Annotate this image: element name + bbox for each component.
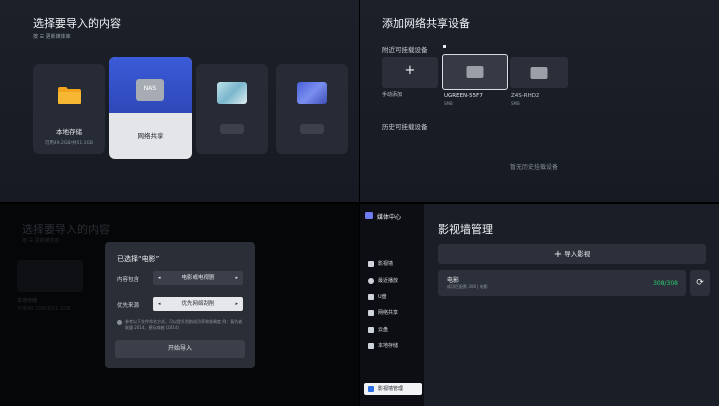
nav-media-wall[interactable]: 影视墙 xyxy=(364,258,422,270)
info-icon xyxy=(117,320,122,325)
nav-label: 本地存储 xyxy=(378,343,399,349)
device-name: UGREEN-55F7 xyxy=(444,93,483,99)
blurred-thumbnail xyxy=(217,82,247,104)
media-wall-management-screen: 媒体中心 影视墙 最近播放 U盘 网络共享 云盘 本地存储 影视墙管理 影视墙管… xyxy=(360,204,719,406)
nav-label: 最近播放 xyxy=(378,278,399,284)
chevron-right-icon: ▸ xyxy=(235,301,238,307)
import-label: 导入影视 xyxy=(564,250,591,258)
content-label: 内容包含 xyxy=(117,277,140,283)
nav-label: 影视墙管理 xyxy=(378,386,404,392)
refresh-button[interactable]: ⟳ xyxy=(690,270,710,296)
nav-label: 影视墙 xyxy=(378,261,394,267)
background-card xyxy=(17,260,83,292)
nav-recent[interactable]: 最近播放 xyxy=(364,275,422,287)
nas-device-icon xyxy=(530,66,548,79)
blurred-card[interactable] xyxy=(276,64,348,154)
nearby-label: 附近可挂载设备 xyxy=(382,46,428,54)
background-card-label: 本地存储 xyxy=(17,298,38,304)
import-media-button[interactable]: + 导入影视 xyxy=(438,244,706,264)
source-label: 优先来源 xyxy=(117,303,140,309)
settings-icon xyxy=(368,386,374,392)
network-icon xyxy=(368,310,374,316)
device-ugreen[interactable] xyxy=(442,54,508,90)
source-select[interactable]: ◂ 优先网络刮削 ▸ xyxy=(153,297,243,311)
plus-icon: + xyxy=(553,249,563,260)
local-storage-card[interactable]: 本地存储 可用49.2GB/共51.1GB xyxy=(33,64,105,154)
nas-device-icon xyxy=(466,66,484,78)
item-title: 电影 xyxy=(447,277,460,284)
chevron-left-icon: ◂ xyxy=(158,301,161,307)
nav-cloud[interactable]: 云盘 xyxy=(364,324,422,336)
content-select[interactable]: ◂ 电影或电视剧 ▸ xyxy=(153,271,243,285)
clock-icon xyxy=(368,278,374,284)
cloud-icon xyxy=(368,327,374,333)
tv-icon xyxy=(368,261,374,267)
background-title: 选择要导入的内容 xyxy=(22,223,110,236)
card-label: 本地存储 xyxy=(56,128,82,136)
usb-icon xyxy=(368,294,374,300)
import-settings-dialog-screen: 选择要导入的内容 按 ☰ 更新媒体库 本地存储 可用49.2GB/共51.1GB… xyxy=(0,204,359,406)
folder-icon xyxy=(57,86,82,105)
nav-local-storage[interactable]: 本地存储 xyxy=(364,340,422,352)
nav-network-share[interactable]: 网络共享 xyxy=(364,307,422,319)
background-card-sub: 可用49.2GB/共51.1GB xyxy=(17,306,71,312)
media-library-item[interactable]: 电影 成功匹配数 308 | 电影 308/308 xyxy=(438,270,686,296)
nav-usb[interactable]: U盘 xyxy=(364,291,422,303)
card-sub: 可用49.2GB/共51.1GB xyxy=(44,141,94,146)
start-import-button[interactable]: 开始导入 xyxy=(115,340,245,358)
device-z4s[interactable] xyxy=(510,57,568,88)
import-content-screen: 选择要导入的内容 按 ☰ 更新媒体库 本地存储 可用49.2GB/共51.1GB… xyxy=(0,0,359,202)
storage-icon xyxy=(368,343,374,349)
page-title: 添加网络共享设备 xyxy=(382,17,470,30)
nav-label: 云盘 xyxy=(378,327,389,333)
blurred-thumbnail xyxy=(297,82,327,104)
chevron-left-icon: ◂ xyxy=(158,275,161,281)
import-dialog: 已选择“电影” 内容包含 ◂ 电影或电视剧 ▸ 优先来源 ◂ 优先网络刮削 ▸ … xyxy=(105,242,255,368)
page-title: 选择要导入的内容 xyxy=(33,17,121,30)
manual-add-label: 手动添加 xyxy=(382,92,403,98)
card-label: 网络共享 xyxy=(137,132,164,140)
device-name: Z4S-RHD2 xyxy=(511,93,540,99)
content-value: 电影或电视剧 xyxy=(181,275,215,281)
device-type: SMB xyxy=(511,101,520,106)
nav-media-wall-management[interactable]: 影视墙管理 xyxy=(364,383,422,395)
sidebar: 媒体中心 影视墙 最近播放 U盘 网络共享 云盘 本地存储 影视墙管理 xyxy=(360,204,424,406)
device-type: SMB xyxy=(444,101,453,106)
item-sub: 成功匹配数 308 | 电影 xyxy=(447,284,488,289)
nav-label: 网络共享 xyxy=(378,310,399,316)
blurred-card[interactable] xyxy=(196,64,268,154)
nav-label: U盘 xyxy=(378,294,387,300)
page-title: 影视墙管理 xyxy=(438,223,493,236)
app-title: 媒体中心 xyxy=(377,214,402,221)
loading-dot xyxy=(443,45,446,48)
history-empty-text: 暂无历史挂载设备 xyxy=(510,164,559,171)
background-hint: 按 ☰ 更新媒体库 xyxy=(22,238,60,244)
naming-note: 参考以下文件命名方式，可以提升刮削成功率和准确度 例：复仇者联盟 2014、星际… xyxy=(125,319,243,330)
manual-add-button[interactable]: + xyxy=(382,57,438,88)
hint-text: 按 ☰ 更新媒体库 xyxy=(33,34,71,40)
source-value: 优先网络刮削 xyxy=(181,301,215,307)
add-network-share-screen: 添加网络共享设备 附近可挂载设备 + 手动添加 UGREEN-55F7 SMB … xyxy=(360,0,719,202)
chevron-right-icon: ▸ xyxy=(235,275,238,281)
nas-icon: NAS xyxy=(136,79,164,101)
plus-icon: + xyxy=(404,63,416,78)
media-center-icon xyxy=(365,212,373,219)
dialog-title: 已选择“电影” xyxy=(117,255,160,263)
blurred-label xyxy=(220,124,244,134)
history-label: 历史可挂载设备 xyxy=(382,123,428,131)
network-share-card[interactable]: NAS 网络共享 xyxy=(109,57,192,159)
blurred-label xyxy=(300,124,324,134)
item-count: 308/308 xyxy=(653,280,678,287)
refresh-icon: ⟳ xyxy=(696,278,704,288)
